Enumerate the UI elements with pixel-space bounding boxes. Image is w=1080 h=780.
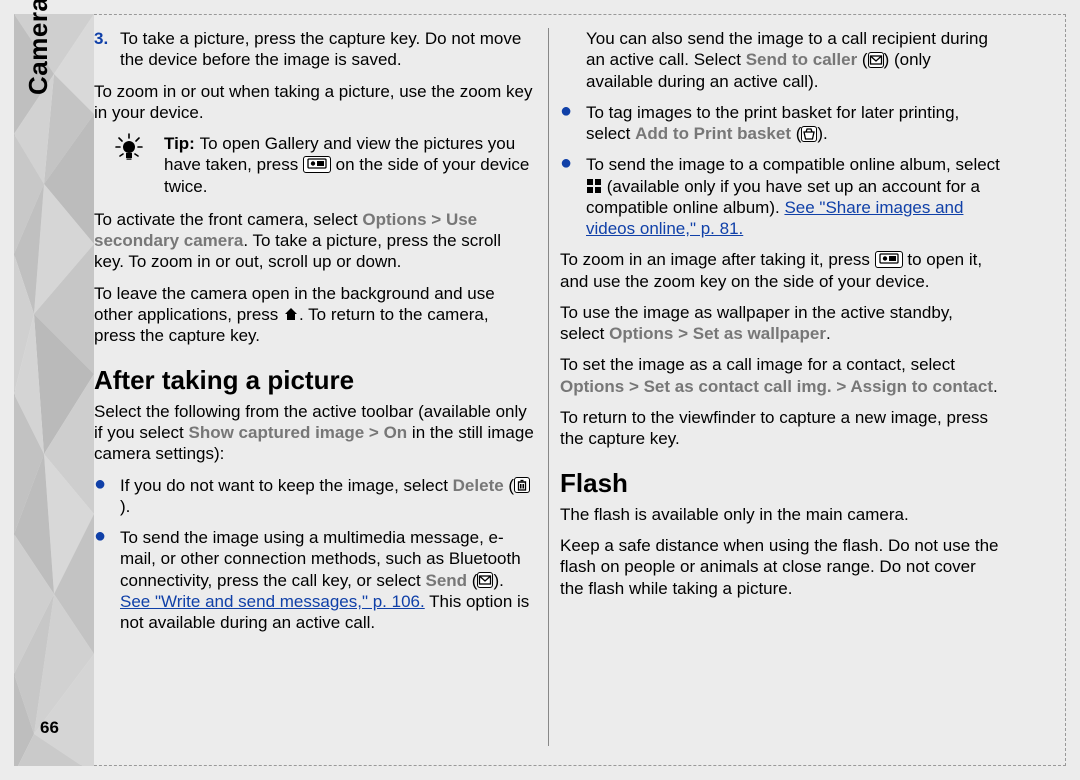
- list-item: ● To tag images to the print basket for …: [560, 102, 1000, 145]
- step-3: 3. To take a picture, press the capture …: [94, 28, 534, 71]
- paragraph: You can also send the image to a call re…: [586, 28, 1000, 92]
- heading-flash: Flash: [560, 467, 1000, 500]
- paragraph: To set the image as a call image for a c…: [560, 354, 1000, 397]
- menu-path: Add to Print basket: [635, 124, 791, 143]
- column-separator: [548, 28, 549, 746]
- menu-sep: >: [364, 423, 383, 442]
- text: If you do not want to keep the image, se…: [120, 476, 453, 495]
- paragraph: To use the image as wallpaper in the act…: [560, 302, 1000, 345]
- list-text: If you do not want to keep the image, se…: [120, 475, 534, 518]
- tip-icon: [94, 133, 164, 197]
- list-item: ● To send the image to a compatible onli…: [560, 154, 1000, 239]
- list-text: To send the image to a compatible online…: [586, 154, 1000, 239]
- list-item: ● To send the image using a multimedia m…: [94, 527, 534, 633]
- menu-path: Send: [426, 571, 468, 590]
- online-album-icon: [586, 178, 602, 194]
- send-icon: [868, 52, 884, 68]
- text: (: [791, 124, 801, 143]
- step-text: To take a picture, press the capture key…: [120, 28, 534, 71]
- step-number: 3.: [94, 28, 120, 71]
- text: .: [826, 324, 831, 343]
- menu-path: Options: [609, 324, 673, 343]
- bullet-icon: ●: [94, 475, 120, 518]
- menu-path: Set as contact call img.: [644, 377, 832, 396]
- menu-path: Send to caller: [746, 50, 857, 69]
- page-number: 66: [40, 717, 59, 738]
- text: To send the image to a compatible online…: [586, 155, 1000, 174]
- paragraph: Keep a safe distance when using the flas…: [560, 535, 1000, 599]
- text: To set the image as a call image for a c…: [560, 355, 955, 374]
- text: ).: [120, 497, 130, 516]
- tip-label: Tip:: [164, 134, 200, 153]
- bullet-icon: ●: [560, 102, 586, 145]
- background-decoration: [14, 14, 94, 766]
- column-left: 3. To take a picture, press the capture …: [94, 28, 534, 643]
- menu-path: Options: [362, 210, 426, 229]
- menu-sep: >: [427, 210, 446, 229]
- tip-text: Tip: To open Gallery and view the pictur…: [164, 133, 534, 197]
- paragraph: Select the following from the active too…: [94, 401, 534, 465]
- paragraph: To zoom in an image after taking it, pre…: [560, 249, 1000, 292]
- text: (: [467, 571, 477, 590]
- text: ).: [817, 124, 827, 143]
- menu-sep: >: [832, 377, 851, 396]
- menu-path: Assign to contact: [850, 377, 993, 396]
- text: .: [993, 377, 998, 396]
- paragraph: To leave the camera open in the backgrou…: [94, 283, 534, 347]
- text: ).: [493, 571, 503, 590]
- menu-path: On: [384, 423, 408, 442]
- bullet-icon: ●: [94, 527, 120, 633]
- paragraph: The flash is available only in the main …: [560, 504, 1000, 525]
- send-icon: [477, 572, 493, 588]
- tip-row: Tip: To open Gallery and view the pictur…: [94, 133, 534, 197]
- menu-path: Options: [560, 377, 624, 396]
- menu-path: Delete: [453, 476, 504, 495]
- heading-after-taking-picture: After taking a picture: [94, 364, 534, 397]
- gallery-key-icon: [303, 156, 331, 173]
- menu-path: Set as wallpaper: [693, 324, 826, 343]
- section-label: Camera: [22, 0, 55, 95]
- menu-sep: >: [673, 324, 692, 343]
- menu-sep: >: [624, 377, 643, 396]
- list-item: ● If you do not want to keep the image, …: [94, 475, 534, 518]
- paragraph: To zoom in or out when taking a picture,…: [94, 81, 534, 124]
- home-key-icon: [283, 306, 299, 322]
- list-text: To tag images to the print basket for la…: [586, 102, 1000, 145]
- column-right: You can also send the image to a call re…: [560, 28, 1000, 609]
- menu-path: Show captured image: [189, 423, 365, 442]
- list-text: To send the image using a multimedia mes…: [120, 527, 534, 633]
- gallery-key-icon: [875, 251, 903, 268]
- text: (: [504, 476, 514, 495]
- paragraph: To return to the viewfinder to capture a…: [560, 407, 1000, 450]
- paragraph: To activate the front camera, select Opt…: [94, 209, 534, 273]
- text: To activate the front camera, select: [94, 210, 362, 229]
- text: To zoom in an image after taking it, pre…: [560, 250, 875, 269]
- text: (: [857, 50, 867, 69]
- bullet-icon: ●: [560, 154, 586, 239]
- link-write-send[interactable]: See "Write and send messages," p. 106.: [120, 592, 425, 611]
- delete-icon: [514, 477, 530, 493]
- print-basket-icon: [801, 126, 817, 142]
